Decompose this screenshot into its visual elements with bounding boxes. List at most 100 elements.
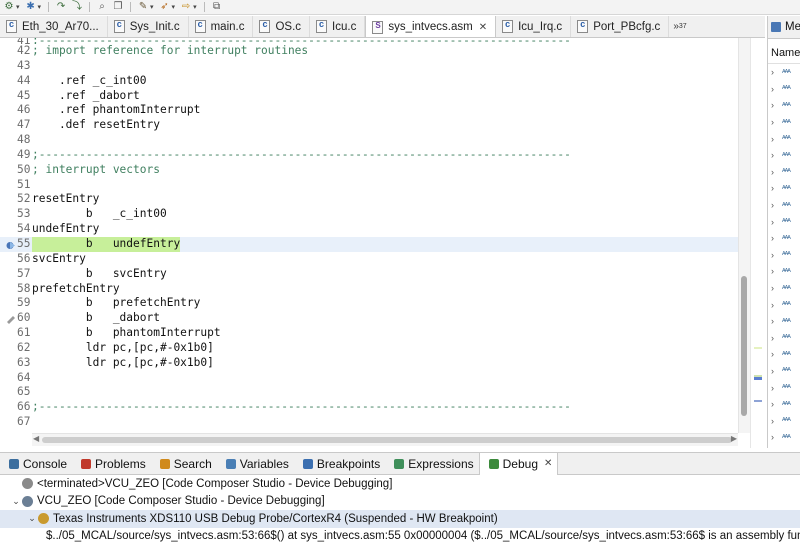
outline-item[interactable]: › ᴬᴬᴬ: [768, 114, 800, 131]
forward-dropdown[interactable]: ▾: [193, 3, 197, 11]
editor-tab[interactable]: Sys_Init.c: [108, 16, 189, 37]
new-window-icon[interactable]: ⧉: [210, 1, 224, 13]
chevron-right-icon[interactable]: ›: [771, 283, 782, 293]
outline-item[interactable]: › ᴬᴬᴬ: [768, 147, 800, 164]
overview-ruler[interactable]: [750, 38, 766, 448]
outline-item[interactable]: › ᴬᴬᴬ: [768, 230, 800, 247]
view-tab-expressions[interactable]: Expressions: [385, 453, 478, 475]
outline-item[interactable]: › ᴬᴬᴬ: [768, 263, 800, 280]
chevron-right-icon[interactable]: ›: [771, 416, 782, 426]
chevron-right-icon[interactable]: ›: [771, 134, 782, 144]
vertical-scroll-thumb[interactable]: [741, 276, 747, 416]
code-editor[interactable]: 41;-------------------------------------…: [0, 38, 766, 448]
code-line[interactable]: 46 .ref phantomInterrupt: [0, 103, 738, 118]
code-line[interactable]: 62 ldr pc,[pc,#-0x1b0]: [0, 341, 738, 356]
build-icon[interactable]: ⚙: [2, 1, 16, 13]
copy-icon[interactable]: ❐: [111, 1, 125, 13]
code-line[interactable]: 55 b undefEntry: [0, 236, 738, 252]
chevron-right-icon[interactable]: ›: [771, 200, 782, 210]
search-icon[interactable]: ⌕: [95, 1, 109, 13]
debug-tree-item[interactable]: $../05_MCAL/source/sys_intvecs.asm:53:66…: [0, 528, 800, 546]
outline-item[interactable]: › ᴬᴬᴬ: [768, 81, 800, 98]
breakpoint-instruction-pointer-icon[interactable]: [6, 240, 16, 249]
chevron-right-icon[interactable]: ›: [771, 67, 782, 77]
close-icon[interactable]: ✕: [479, 22, 487, 33]
code-line[interactable]: 56 svcEntry: [0, 252, 738, 267]
code-line[interactable]: 58 prefetchEntry: [0, 282, 738, 297]
outline-item[interactable]: › ᴬᴬᴬ: [768, 313, 800, 330]
outline-item[interactable]: › ᴬᴬᴬ: [768, 180, 800, 197]
step-over-icon[interactable]: ↷: [54, 1, 68, 13]
outline-item[interactable]: › ᴬᴬᴬ: [768, 130, 800, 147]
code-line[interactable]: 63 ldr pc,[pc,#-0x1b0]: [0, 356, 738, 371]
code-line[interactable]: 65: [0, 385, 738, 400]
wrench-dropdown[interactable]: ▾: [150, 3, 154, 11]
code-line[interactable]: 54 undefEntry: [0, 222, 738, 237]
outline-item[interactable]: › ᴬᴬᴬ: [768, 379, 800, 396]
outline-item[interactable]: › ᴬᴬᴬ: [768, 346, 800, 363]
view-tab-search[interactable]: Search: [151, 453, 217, 475]
overview-mark[interactable]: [754, 400, 762, 402]
tab-overflow-button[interactable]: » 37: [669, 16, 690, 37]
run-tool-icon[interactable]: ➶: [158, 1, 172, 13]
chevron-right-icon[interactable]: ›: [771, 349, 782, 359]
code-line[interactable]: 45 .ref _dabort: [0, 89, 738, 104]
code-line[interactable]: 44 .ref _c_int00: [0, 74, 738, 89]
debug-tree-item[interactable]: ⌄ Texas Instruments XDS110 USB Debug Prob…: [0, 510, 800, 528]
code-line[interactable]: 42; import reference for interrupt routi…: [0, 44, 738, 59]
chevron-right-icon[interactable]: ›: [771, 167, 782, 177]
outline-item[interactable]: › ᴬᴬᴬ: [768, 412, 800, 429]
wrench-icon[interactable]: ✎: [136, 1, 150, 13]
view-tab-console[interactable]: Console: [0, 453, 72, 475]
chevron-right-icon[interactable]: ›: [771, 300, 782, 310]
chevron-right-icon[interactable]: ›: [771, 117, 782, 127]
chevron-right-icon[interactable]: ›: [771, 150, 782, 160]
chevron-right-icon[interactable]: ›: [771, 266, 782, 276]
chevron-right-icon[interactable]: ›: [771, 432, 782, 442]
editor-tab[interactable]: Icu_Irq.c: [496, 16, 572, 37]
forward-icon[interactable]: ⇨: [179, 1, 193, 13]
step-into-icon[interactable]: ⤵: [70, 1, 84, 13]
code-line[interactable]: 43: [0, 59, 738, 74]
scroll-left-icon[interactable]: ◀: [33, 434, 39, 443]
code-line[interactable]: 50; interrupt vectors: [0, 163, 738, 178]
vertical-scrollbar[interactable]: [738, 38, 750, 433]
code-line[interactable]: 67: [0, 415, 738, 430]
chevron-right-icon[interactable]: ›: [771, 366, 782, 376]
outline-item[interactable]: › ᴬᴬᴬ: [768, 164, 800, 181]
chevron-right-icon[interactable]: ›: [771, 316, 782, 326]
code-line[interactable]: 52 resetEntry: [0, 192, 738, 207]
build-dropdown[interactable]: ▾: [16, 3, 20, 11]
outline-item[interactable]: › ᴬᴬᴬ: [768, 330, 800, 347]
outline-column-header[interactable]: Name: [768, 47, 800, 64]
code-line[interactable]: 60 b _dabort: [0, 311, 738, 326]
overview-mark[interactable]: [754, 347, 762, 349]
code-line[interactable]: 53 b _c_int00: [0, 207, 738, 222]
chevron-right-icon[interactable]: ›: [771, 399, 782, 409]
code-line[interactable]: 47 .def resetEntry: [0, 118, 738, 133]
chevron-right-icon[interactable]: ›: [771, 183, 782, 193]
code-line[interactable]: 49 ;-------------------------------------…: [0, 148, 738, 163]
view-tab-variables[interactable]: Variables: [217, 453, 294, 475]
disabled-breakpoint-icon[interactable]: [6, 314, 16, 325]
debug-dropdown[interactable]: ▾: [38, 3, 42, 11]
outline-item[interactable]: › ᴬᴬᴬ: [768, 64, 800, 81]
chevron-right-icon[interactable]: ›: [771, 217, 782, 227]
code-line[interactable]: 57 b svcEntry: [0, 267, 738, 282]
chevron-right-icon[interactable]: ›: [771, 250, 782, 260]
scroll-right-icon[interactable]: ▶: [731, 434, 737, 443]
outline-item[interactable]: › ᴬᴬᴬ: [768, 396, 800, 413]
chevron-right-icon[interactable]: ›: [771, 100, 782, 110]
chevron-right-icon[interactable]: ›: [771, 383, 782, 393]
code-line[interactable]: 59 b prefetchEntry: [0, 296, 738, 311]
outline-item[interactable]: › ᴬᴬᴬ: [768, 429, 800, 446]
code-line[interactable]: 64: [0, 371, 738, 386]
outline-item[interactable]: › ᴬᴬᴬ: [768, 247, 800, 264]
editor-tab[interactable]: Eth_30_Ar70...: [0, 16, 108, 37]
view-tab-breakpoints[interactable]: Breakpoints: [294, 453, 385, 475]
outline-item[interactable]: › ᴬᴬᴬ: [768, 280, 800, 297]
outline-tab[interactable]: Me: [768, 16, 800, 39]
debug-icon[interactable]: ✱: [24, 1, 38, 13]
code-lines[interactable]: 41;-------------------------------------…: [0, 38, 738, 433]
outline-item[interactable]: › ᴬᴬᴬ: [768, 296, 800, 313]
